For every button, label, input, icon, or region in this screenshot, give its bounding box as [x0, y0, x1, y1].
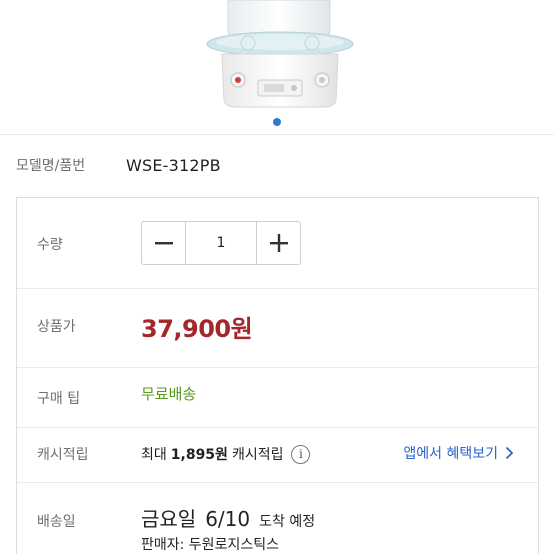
delivery-suffix: 도착 예정 — [259, 514, 316, 530]
quantity-input[interactable]: 1 — [186, 222, 256, 264]
model-label: 모델명/품번 — [16, 158, 86, 174]
cash-amount: 1,895원 — [170, 447, 228, 463]
cash-row: 캐시적립 최대 1,895원 캐시적립 i 앱에서 혜택보기 — [17, 428, 538, 482]
tip-label: 구매 팁 — [37, 391, 81, 407]
cash-suffix: 캐시적립 — [231, 447, 284, 463]
price-value: 37,900원 — [141, 315, 253, 343]
cash-reward-line: 최대 1,895원 캐시적립 i — [141, 444, 311, 464]
plus-icon — [269, 234, 288, 252]
steamer-image — [206, 0, 354, 108]
purchase-options-box: 수량 1 상품가 37,900원 구매 팁 무료배송 캐시적립 최대 1,895… — [16, 197, 539, 554]
quantity-decrease-button[interactable] — [142, 222, 186, 264]
quantity-label: 수량 — [37, 237, 63, 253]
info-icon[interactable]: i — [291, 444, 311, 464]
price-row: 상품가 37,900원 — [17, 289, 538, 367]
image-pager-dot[interactable] — [273, 118, 281, 126]
quantity-stepper[interactable]: 1 — [141, 221, 301, 265]
delivery-day: 금요일 — [141, 507, 197, 531]
divider — [0, 134, 554, 135]
free-shipping-text: 무료배송 — [141, 385, 197, 403]
model-value: WSE-312PB — [126, 155, 221, 175]
tip-row: 구매 팁 무료배송 — [17, 368, 538, 427]
delivery-date: 6/10 — [205, 507, 251, 531]
price-label: 상품가 — [37, 319, 76, 335]
cash-label: 캐시적립 — [37, 447, 89, 463]
app-benefit-link-label: 앱에서 혜택보기 — [403, 446, 498, 462]
delivery-row: 배송일 금요일 6/10 도착 예정 판매자: 두원로지스틱스 — [17, 483, 538, 554]
quantity-row: 수량 1 — [17, 198, 538, 288]
seller-name: 판매자: 두원로지스틱스 — [141, 537, 279, 553]
quantity-increase-button[interactable] — [256, 222, 300, 264]
delivery-label: 배송일 — [37, 514, 76, 530]
minus-icon — [154, 242, 173, 245]
delivery-estimate: 금요일 6/10 도착 예정 — [141, 503, 315, 532]
app-benefit-link[interactable]: 앱에서 혜택보기 — [403, 443, 514, 463]
chevron-right-icon — [505, 446, 514, 460]
product-image[interactable] — [0, 0, 554, 112]
cash-prefix: 최대 — [141, 447, 167, 463]
model-row: 모델명/품번 WSE-312PB — [16, 152, 221, 178]
